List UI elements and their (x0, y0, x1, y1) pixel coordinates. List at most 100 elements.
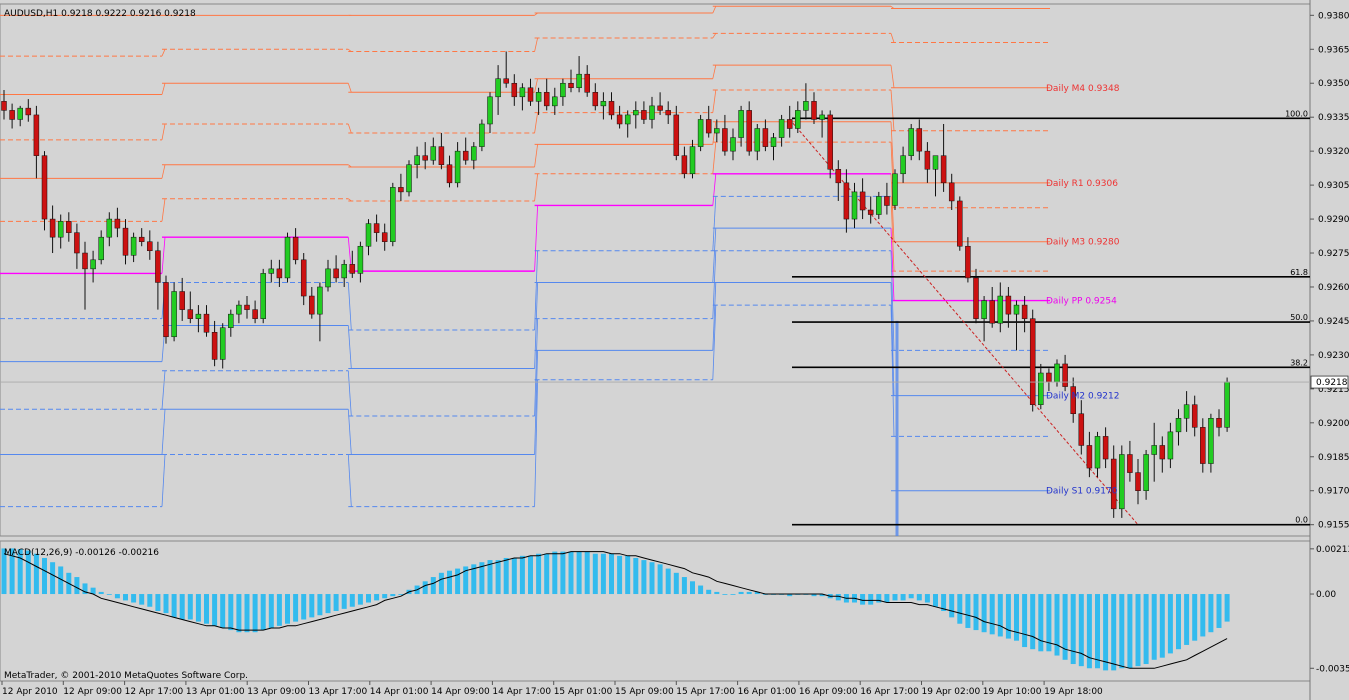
candle (722, 114, 728, 156)
candle (689, 139, 696, 179)
pivot-connector (712, 89, 717, 113)
pivot-connector (712, 65, 717, 79)
macd-bar (1119, 594, 1125, 669)
candle (98, 230, 104, 265)
macd-bar (260, 594, 266, 631)
macd-panel: 0.00213 0.00 -0.0035 (1, 545, 1349, 674)
macd-bar (50, 562, 56, 595)
macd-bar (1095, 594, 1100, 669)
macd-bar (33, 553, 39, 595)
candle (770, 133, 777, 161)
macd-bar (698, 585, 704, 595)
candle (1143, 449, 1149, 500)
candle (989, 286, 995, 328)
candle (746, 101, 752, 156)
pivot-label: Daily M3 0.9280 (1046, 238, 1120, 248)
macd-bar (455, 568, 461, 595)
pivot-connector (161, 164, 166, 179)
candle (1135, 459, 1141, 505)
macd-bar (495, 560, 501, 595)
macd-bar (503, 557, 509, 595)
x-tick-label: 12 Apr 17:00 (125, 687, 184, 697)
x-tick-label: 19 Apr 18:00 (1044, 687, 1103, 697)
macd-bar (341, 594, 347, 609)
candle (228, 309, 234, 337)
macd-bar (74, 577, 80, 595)
macd-bar (1103, 594, 1109, 671)
y-tick-label: 0.9320 (1318, 147, 1349, 157)
macd-bar (374, 594, 380, 601)
candle (49, 205, 56, 254)
pivot-connector (161, 370, 166, 410)
candle (1078, 400, 1085, 455)
macd-bar (1208, 594, 1214, 633)
candle (957, 196, 963, 251)
macd-bar (1038, 594, 1044, 652)
candle (203, 305, 210, 337)
macd-bar (171, 594, 177, 618)
macd-bar (285, 594, 290, 624)
pivot-connector (534, 173, 538, 201)
candle (948, 173, 955, 211)
copyright-text: MetaTrader, © 2001-2010 MetaQuotes Softw… (4, 671, 248, 681)
candle (1046, 368, 1052, 392)
symbol-header: AUDUSD,H1 0.9218 0.9222 0.9216 0.9218 (4, 9, 196, 19)
fib-level-label: 38.2 (1290, 358, 1308, 367)
candle (616, 105, 623, 129)
macd-bar (884, 594, 890, 603)
candle (325, 259, 331, 292)
candle (284, 232, 291, 283)
pivot-connector (534, 112, 538, 134)
macd-bar (366, 594, 371, 603)
candle (786, 105, 793, 138)
pivot-connector (347, 370, 352, 417)
candle (1224, 377, 1230, 432)
pivot-label: Daily R1 0.9306 (1046, 179, 1118, 189)
macd-bar (908, 594, 914, 599)
macd-bar (957, 594, 963, 624)
macd-bar (1159, 594, 1165, 658)
macd-bar (544, 553, 550, 595)
candle (1029, 309, 1036, 412)
macd-bar (584, 551, 590, 595)
macd-bar (1224, 594, 1230, 622)
macd-y-tick-label: 0.00213 (1316, 545, 1349, 555)
pivot-connector (347, 454, 352, 507)
candle (657, 92, 663, 115)
candle (122, 219, 129, 265)
y-tick-label: 0.9275 (1318, 249, 1349, 259)
candle (535, 87, 542, 115)
y-tick-label: 0.9305 (1318, 181, 1349, 191)
macd-bar (528, 555, 533, 595)
x-tick-label: 12 Apr 2010 (2, 687, 58, 697)
candle (527, 78, 534, 106)
candle (349, 250, 356, 278)
current-price-label: 0.9218 (1316, 378, 1348, 388)
candle (600, 92, 607, 120)
candle (454, 142, 461, 188)
x-tick-label: 13 Apr 01:00 (186, 687, 245, 697)
time-axis: 12 Apr 2010 12 Apr 09:00 12 Apr 17:00 13 Ap… (1, 681, 1103, 697)
chart-canvas[interactable]: 100.0 61.8 50.0 38.2 0.0 Daily M4 0.9348 Dail… (0, 0, 1349, 700)
candle (568, 69, 574, 93)
pivot-label: Daily M4 0.9348 (1046, 84, 1120, 94)
x-tick-label: 16 Apr 09:00 (799, 687, 858, 697)
macd-bar (244, 594, 250, 633)
candle (697, 114, 704, 152)
candle (309, 286, 315, 319)
candle (17, 105, 23, 127)
candle (300, 253, 307, 306)
macd-bar (997, 594, 1003, 637)
candle (9, 103, 15, 129)
candle (82, 241, 88, 310)
macd-bar (301, 594, 307, 620)
pivot-label: Daily PP 0.9254 (1046, 297, 1117, 307)
candle (738, 105, 744, 147)
pivot-connector (712, 6, 717, 14)
candle (624, 110, 631, 138)
macd-bar (973, 594, 979, 631)
x-tick-label: 13 Apr 09:00 (247, 687, 306, 697)
candle (754, 123, 761, 161)
macd-bar (965, 594, 971, 628)
candle (584, 65, 590, 97)
